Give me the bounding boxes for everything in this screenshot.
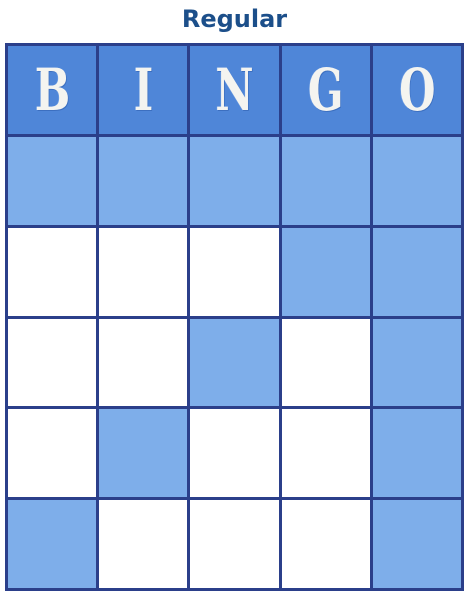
bingo-cell-n-row-3[interactable] [190, 318, 279, 407]
bingo-cell-i-row-3[interactable] [99, 318, 188, 407]
bingo-cell-n-row-1[interactable] [190, 136, 279, 225]
header-letter-g: G [307, 55, 344, 124]
bingo-cell-n-row-4[interactable] [190, 409, 279, 498]
bingo-cell-i-row-4[interactable] [99, 409, 188, 498]
bingo-cell-o-row-1[interactable] [372, 136, 461, 225]
bingo-cell-b-row-5[interactable] [8, 500, 97, 588]
bingo-cell-g-row-4[interactable] [281, 409, 370, 498]
pattern-title: Regular [181, 5, 288, 33]
bingo-card: B I N G O [5, 43, 464, 591]
bingo-cell-i-row-1[interactable] [99, 136, 188, 225]
header-cell-o: O [372, 46, 461, 134]
header-cell-g: G [281, 46, 370, 134]
header-letter-n: N [215, 55, 254, 124]
bingo-cell-i-row-2[interactable] [99, 227, 188, 316]
bingo-cell-o-row-5[interactable] [372, 500, 461, 588]
bingo-cell-b-row-3[interactable] [8, 318, 97, 407]
bingo-cell-n-row-5[interactable] [190, 500, 279, 588]
header-letter-b: B [34, 55, 70, 124]
bingo-cell-n-row-2[interactable] [190, 227, 279, 316]
bingo-cell-g-row-2[interactable] [281, 227, 370, 316]
bingo-cell-o-row-4[interactable] [372, 409, 461, 498]
header-cell-b: B [8, 46, 97, 134]
bingo-cell-b-row-1[interactable] [8, 136, 97, 225]
bingo-cell-i-row-5[interactable] [99, 500, 188, 588]
bingo-cell-g-row-1[interactable] [281, 136, 370, 225]
header-cell-n: N [190, 46, 279, 134]
header-letter-o: O [398, 55, 436, 124]
bingo-cell-g-row-3[interactable] [281, 318, 370, 407]
bingo-cell-o-row-3[interactable] [372, 318, 461, 407]
bingo-cell-o-row-2[interactable] [372, 227, 461, 316]
header-cell-i: I [99, 46, 188, 134]
bingo-cell-b-row-2[interactable] [8, 227, 97, 316]
bingo-cell-b-row-4[interactable] [8, 409, 97, 498]
bingo-cell-g-row-5[interactable] [281, 500, 370, 588]
header-letter-i: I [133, 55, 154, 124]
